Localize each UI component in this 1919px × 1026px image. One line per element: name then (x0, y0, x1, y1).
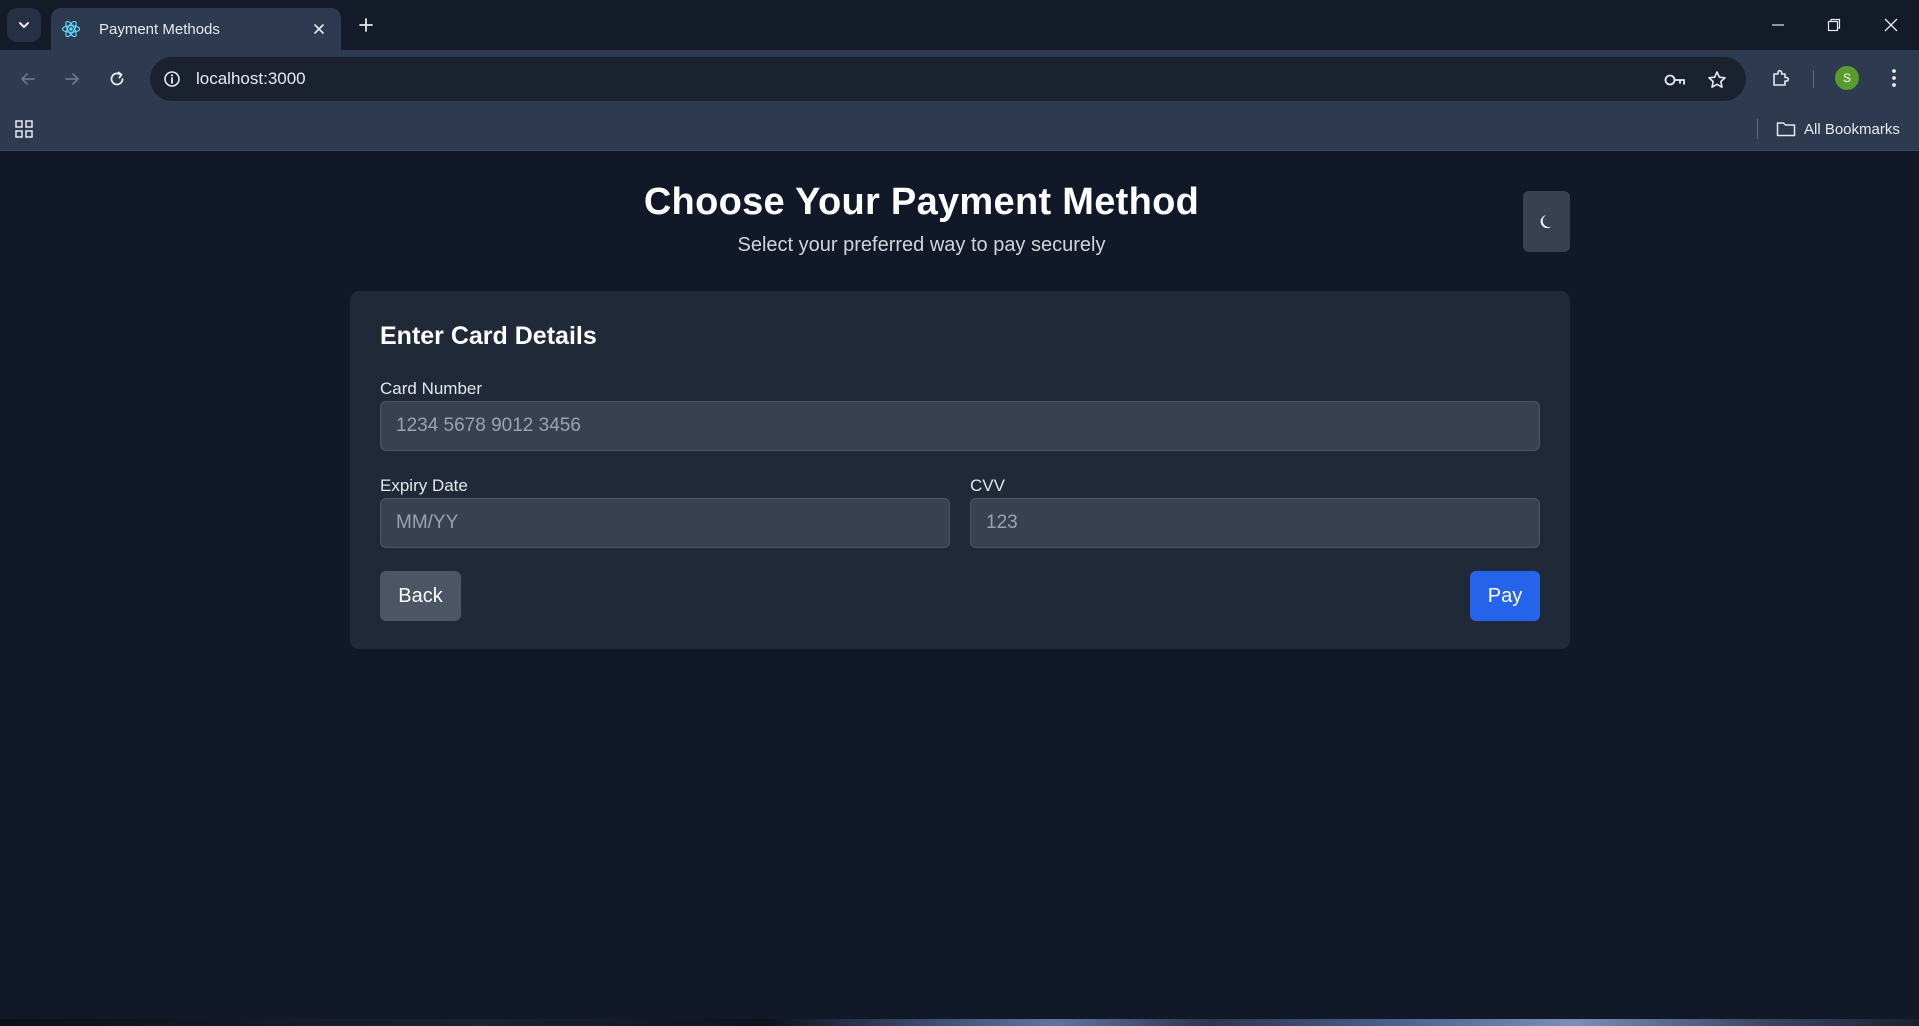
card-number-label: Card Number (380, 379, 483, 398)
extensions-button[interactable] (1766, 63, 1796, 93)
arrow-left-icon (21, 73, 35, 85)
apps-grid-icon[interactable] (12, 117, 36, 141)
bookmarks-divider (1757, 119, 1758, 139)
taskbar-edge (0, 1019, 1919, 1026)
close-tab-icon[interactable] (307, 17, 331, 41)
bookmarks-bar: All Bookmarks (0, 108, 1919, 151)
cvv-input[interactable] (970, 498, 1540, 548)
all-bookmarks-label: All Bookmarks (1804, 120, 1900, 138)
forward-nav-button[interactable] (57, 64, 87, 94)
browser-tab[interactable]: Payment Methods (51, 8, 341, 50)
chevron-down-icon (19, 22, 29, 29)
theme-toggle-button[interactable] (1523, 191, 1570, 252)
card-number-input[interactable] (380, 401, 1540, 451)
puzzle-icon (1773, 69, 1790, 86)
pay-button[interactable]: Pay (1470, 571, 1540, 621)
more-vertical-icon (1892, 69, 1896, 87)
url-text: localhost:3000 (196, 69, 306, 88)
address-bar[interactable]: localhost:3000 (150, 57, 1746, 101)
profile-avatar[interactable]: S (1835, 66, 1859, 90)
profile-initial: S (1842, 71, 1851, 85)
reload-button[interactable] (102, 64, 132, 94)
tab-title: Payment Methods (99, 20, 220, 38)
restore-window-button[interactable] (1821, 12, 1847, 38)
cvv-label: CVV (970, 476, 1005, 495)
browser-toolbar: localhost:3000 S (0, 50, 1919, 108)
all-bookmarks-button[interactable]: All Bookmarks (1776, 117, 1900, 141)
password-key-icon[interactable] (1662, 67, 1688, 93)
site-info-icon[interactable] (160, 67, 184, 91)
expiry-date-input[interactable] (380, 498, 950, 548)
form-heading: Enter Card Details (380, 322, 597, 350)
reload-icon (110, 71, 124, 86)
back-nav-button[interactable] (13, 64, 43, 94)
bookmark-star-icon[interactable] (1704, 67, 1730, 93)
minimize-icon (1772, 24, 1784, 26)
page-content: Choose Your Payment Method Select your p… (0, 151, 1919, 1026)
react-logo-icon (61, 19, 81, 39)
restore-icon (1827, 18, 1841, 32)
toolbar-divider (1813, 70, 1814, 88)
close-icon (1884, 18, 1898, 32)
new-tab-button[interactable] (353, 12, 379, 38)
minimize-window-button[interactable] (1765, 12, 1791, 38)
browser-tab-bar: Payment Methods (0, 0, 1919, 50)
moon-icon (1540, 214, 1551, 228)
plus-icon (359, 18, 373, 32)
browser-menu-button[interactable] (1879, 63, 1909, 93)
arrow-right-icon (65, 73, 79, 85)
back-button[interactable]: Back (380, 571, 461, 621)
close-window-button[interactable] (1878, 12, 1904, 38)
tab-search-button[interactable] (7, 8, 41, 42)
expiry-date-label: Expiry Date (380, 476, 468, 495)
card-details-form: Enter Card Details Card Number Expiry Da… (350, 291, 1570, 649)
folder-icon (1776, 122, 1796, 137)
